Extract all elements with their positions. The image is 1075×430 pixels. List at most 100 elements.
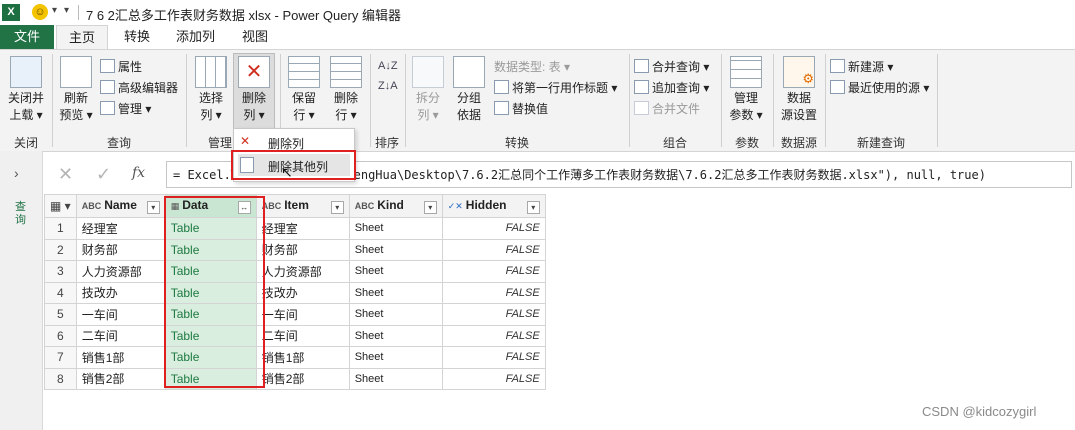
cell-hidden[interactable]: FALSE — [441, 260, 546, 283]
filter-dropdown-icon[interactable]: ▾ — [330, 201, 344, 214]
merge-queries-button[interactable]: 合并查询 ▾ — [634, 58, 709, 75]
tab-transform[interactable]: 转换 — [112, 25, 162, 49]
table-row[interactable]: 3 人力资源部 Table 人力资源部 Sheet FALSE — [44, 260, 546, 283]
cell-item[interactable]: 人力资源部 — [255, 260, 350, 283]
advanced-editor-button[interactable]: 高级编辑器 — [100, 79, 178, 96]
column-header-kind[interactable]: ABC Kind ▾ — [348, 194, 443, 218]
row-number[interactable]: 4 — [44, 281, 77, 304]
cell-hidden[interactable]: FALSE — [441, 324, 546, 347]
table-row[interactable]: 7 销售1部 Table 销售1部 Sheet FALSE — [44, 346, 546, 369]
cell-kind[interactable]: Sheet — [348, 303, 443, 326]
cell-kind[interactable]: Sheet — [348, 217, 443, 240]
remove-rows-button[interactable]: 删除 行 ▾ — [326, 54, 366, 124]
data-type-dropdown[interactable]: 数据类型: 表 ▾ — [494, 58, 570, 75]
cell-hidden[interactable]: FALSE — [441, 303, 546, 326]
smiley-feedback-icon[interactable]: ☺ — [32, 4, 48, 20]
filter-dropdown-icon[interactable]: ▾ — [526, 201, 540, 214]
sort-ascending-icon[interactable]: A↓Z — [378, 56, 398, 76]
table-row[interactable]: 5 一车间 Table 一车间 Sheet FALSE — [44, 303, 546, 326]
cell-name[interactable]: 技改办 — [75, 281, 166, 304]
table-row[interactable]: 2 财务部 Table 财务部 Sheet FALSE — [44, 238, 546, 261]
cell-item[interactable]: 技改办 — [255, 281, 350, 304]
cell-item[interactable]: 一车间 — [255, 303, 350, 326]
cell-name[interactable]: 一车间 — [75, 303, 166, 326]
cell-name[interactable]: 人力资源部 — [75, 260, 166, 283]
row-number[interactable]: 2 — [44, 238, 77, 261]
cell-item[interactable]: 二车间 — [255, 324, 350, 347]
row-number[interactable]: 8 — [44, 367, 77, 390]
cell-kind[interactable]: Sheet — [348, 324, 443, 347]
cell-item[interactable]: 经理室 — [255, 217, 350, 240]
table-row[interactable]: 6 二车间 Table 二车间 Sheet FALSE — [44, 324, 546, 347]
sort-buttons[interactable]: A↓Z Z↓A — [378, 56, 398, 96]
group-by-button[interactable]: 分组 依据 — [450, 54, 488, 124]
cell-name[interactable]: 经理室 — [75, 217, 166, 240]
cell-item[interactable]: 销售1部 — [255, 346, 350, 369]
manage-button[interactable]: 管理 ▾ — [100, 100, 151, 117]
cell-hidden[interactable]: FALSE — [441, 281, 546, 304]
filter-dropdown-icon[interactable]: ▾ — [146, 201, 160, 214]
choose-columns-button[interactable]: 选择 列 ▾ — [192, 54, 230, 124]
cell-name[interactable]: 销售2部 — [75, 367, 166, 390]
data-source-settings-button[interactable]: ⚙ 数据 源设置 — [776, 54, 822, 124]
properties-button[interactable]: 属性 — [100, 58, 142, 75]
column-header-name[interactable]: ABC Name ▾ — [75, 194, 166, 218]
advanced-editor-icon — [100, 80, 115, 94]
column-header-item[interactable]: ABC Item ▾ — [255, 194, 350, 218]
row-number[interactable]: 5 — [44, 303, 77, 326]
fx-icon[interactable]: fx — [132, 165, 145, 181]
cell-kind[interactable]: Sheet — [348, 367, 443, 390]
filter-dropdown-icon[interactable]: ▾ — [423, 201, 437, 214]
highlight-box-data-column — [164, 196, 265, 388]
keep-rows-button[interactable]: 保留 行 ▾ — [284, 54, 324, 124]
cell-name[interactable]: 二车间 — [75, 324, 166, 347]
cell-item[interactable]: 财务部 — [255, 238, 350, 261]
cell-name[interactable]: 销售1部 — [75, 346, 166, 369]
tab-view[interactable]: 视图 — [230, 25, 280, 49]
sort-descending-icon[interactable]: Z↓A — [378, 76, 398, 96]
queries-pane-label[interactable]: 查询 — [15, 201, 27, 227]
menu-item-remove-columns[interactable]: ✕ 删除列 — [238, 132, 350, 152]
cell-item[interactable]: 销售2部 — [255, 367, 350, 390]
expand-pane-chevron-icon[interactable]: › — [14, 165, 19, 181]
new-source-button[interactable]: 新建源 ▾ — [830, 58, 893, 75]
refresh-preview-button[interactable]: 刷新 预览 ▾ — [56, 54, 96, 124]
confirm-formula-icon[interactable]: ✓ — [96, 164, 111, 185]
cell-hidden[interactable]: FALSE — [441, 238, 546, 261]
split-column-icon — [412, 56, 444, 88]
use-first-row-as-headers-button[interactable]: 将第一行用作标题 ▾ — [494, 79, 617, 96]
tab-add-column[interactable]: 添加列 — [164, 25, 227, 49]
replace-values-button[interactable]: 替换值 — [494, 100, 548, 117]
table-row[interactable]: 4 技改办 Table 技改办 Sheet FALSE — [44, 281, 546, 304]
quick-access-dropdown-icon[interactable]: ▾ — [52, 5, 57, 16]
row-number[interactable]: 6 — [44, 324, 77, 347]
remove-columns-button[interactable]: ✕ 删除 列 ▾ — [233, 53, 275, 129]
column-header-hidden[interactable]: ✓✕ Hidden ▾ — [441, 194, 546, 218]
cancel-formula-icon[interactable]: ✕ — [58, 164, 73, 185]
cell-kind[interactable]: Sheet — [348, 238, 443, 261]
row-number[interactable]: 3 — [44, 260, 77, 283]
cell-name[interactable]: 财务部 — [75, 238, 166, 261]
tab-file[interactable]: 文件 — [0, 25, 54, 49]
manage-parameters-button[interactable]: 管理 参数 ▾ — [726, 54, 766, 124]
cell-kind[interactable]: Sheet — [348, 281, 443, 304]
row-number[interactable]: 7 — [44, 346, 77, 369]
cell-kind[interactable]: Sheet — [348, 346, 443, 369]
table-row[interactable]: 8 销售2部 Table 销售2部 Sheet FALSE — [44, 367, 546, 390]
customize-toolbar-icon[interactable]: ▾ — [64, 5, 69, 16]
combine-files-button[interactable]: 合并文件 — [634, 100, 700, 117]
split-column-button[interactable]: 拆分 列 ▾ — [410, 54, 446, 124]
row-number[interactable]: 1 — [44, 217, 77, 240]
table-row[interactable]: 1 经理室 Table 经理室 Sheet FALSE — [44, 217, 546, 240]
cell-kind[interactable]: Sheet — [348, 260, 443, 283]
recent-sources-button[interactable]: 最近使用的源 ▾ — [830, 79, 929, 96]
tab-home[interactable]: 主页 — [56, 25, 109, 50]
merge-queries-icon — [634, 59, 649, 73]
table-select-all-icon[interactable]: ▦ ▾ — [44, 194, 77, 218]
cell-hidden[interactable]: FALSE — [441, 367, 546, 390]
cell-hidden[interactable]: FALSE — [441, 217, 546, 240]
remove-columns-icon: ✕ — [238, 56, 270, 88]
cell-hidden[interactable]: FALSE — [441, 346, 546, 369]
append-queries-button[interactable]: 追加查询 ▾ — [634, 79, 709, 96]
close-and-load-button[interactable]: 关闭并 上载 ▾ — [4, 54, 48, 124]
